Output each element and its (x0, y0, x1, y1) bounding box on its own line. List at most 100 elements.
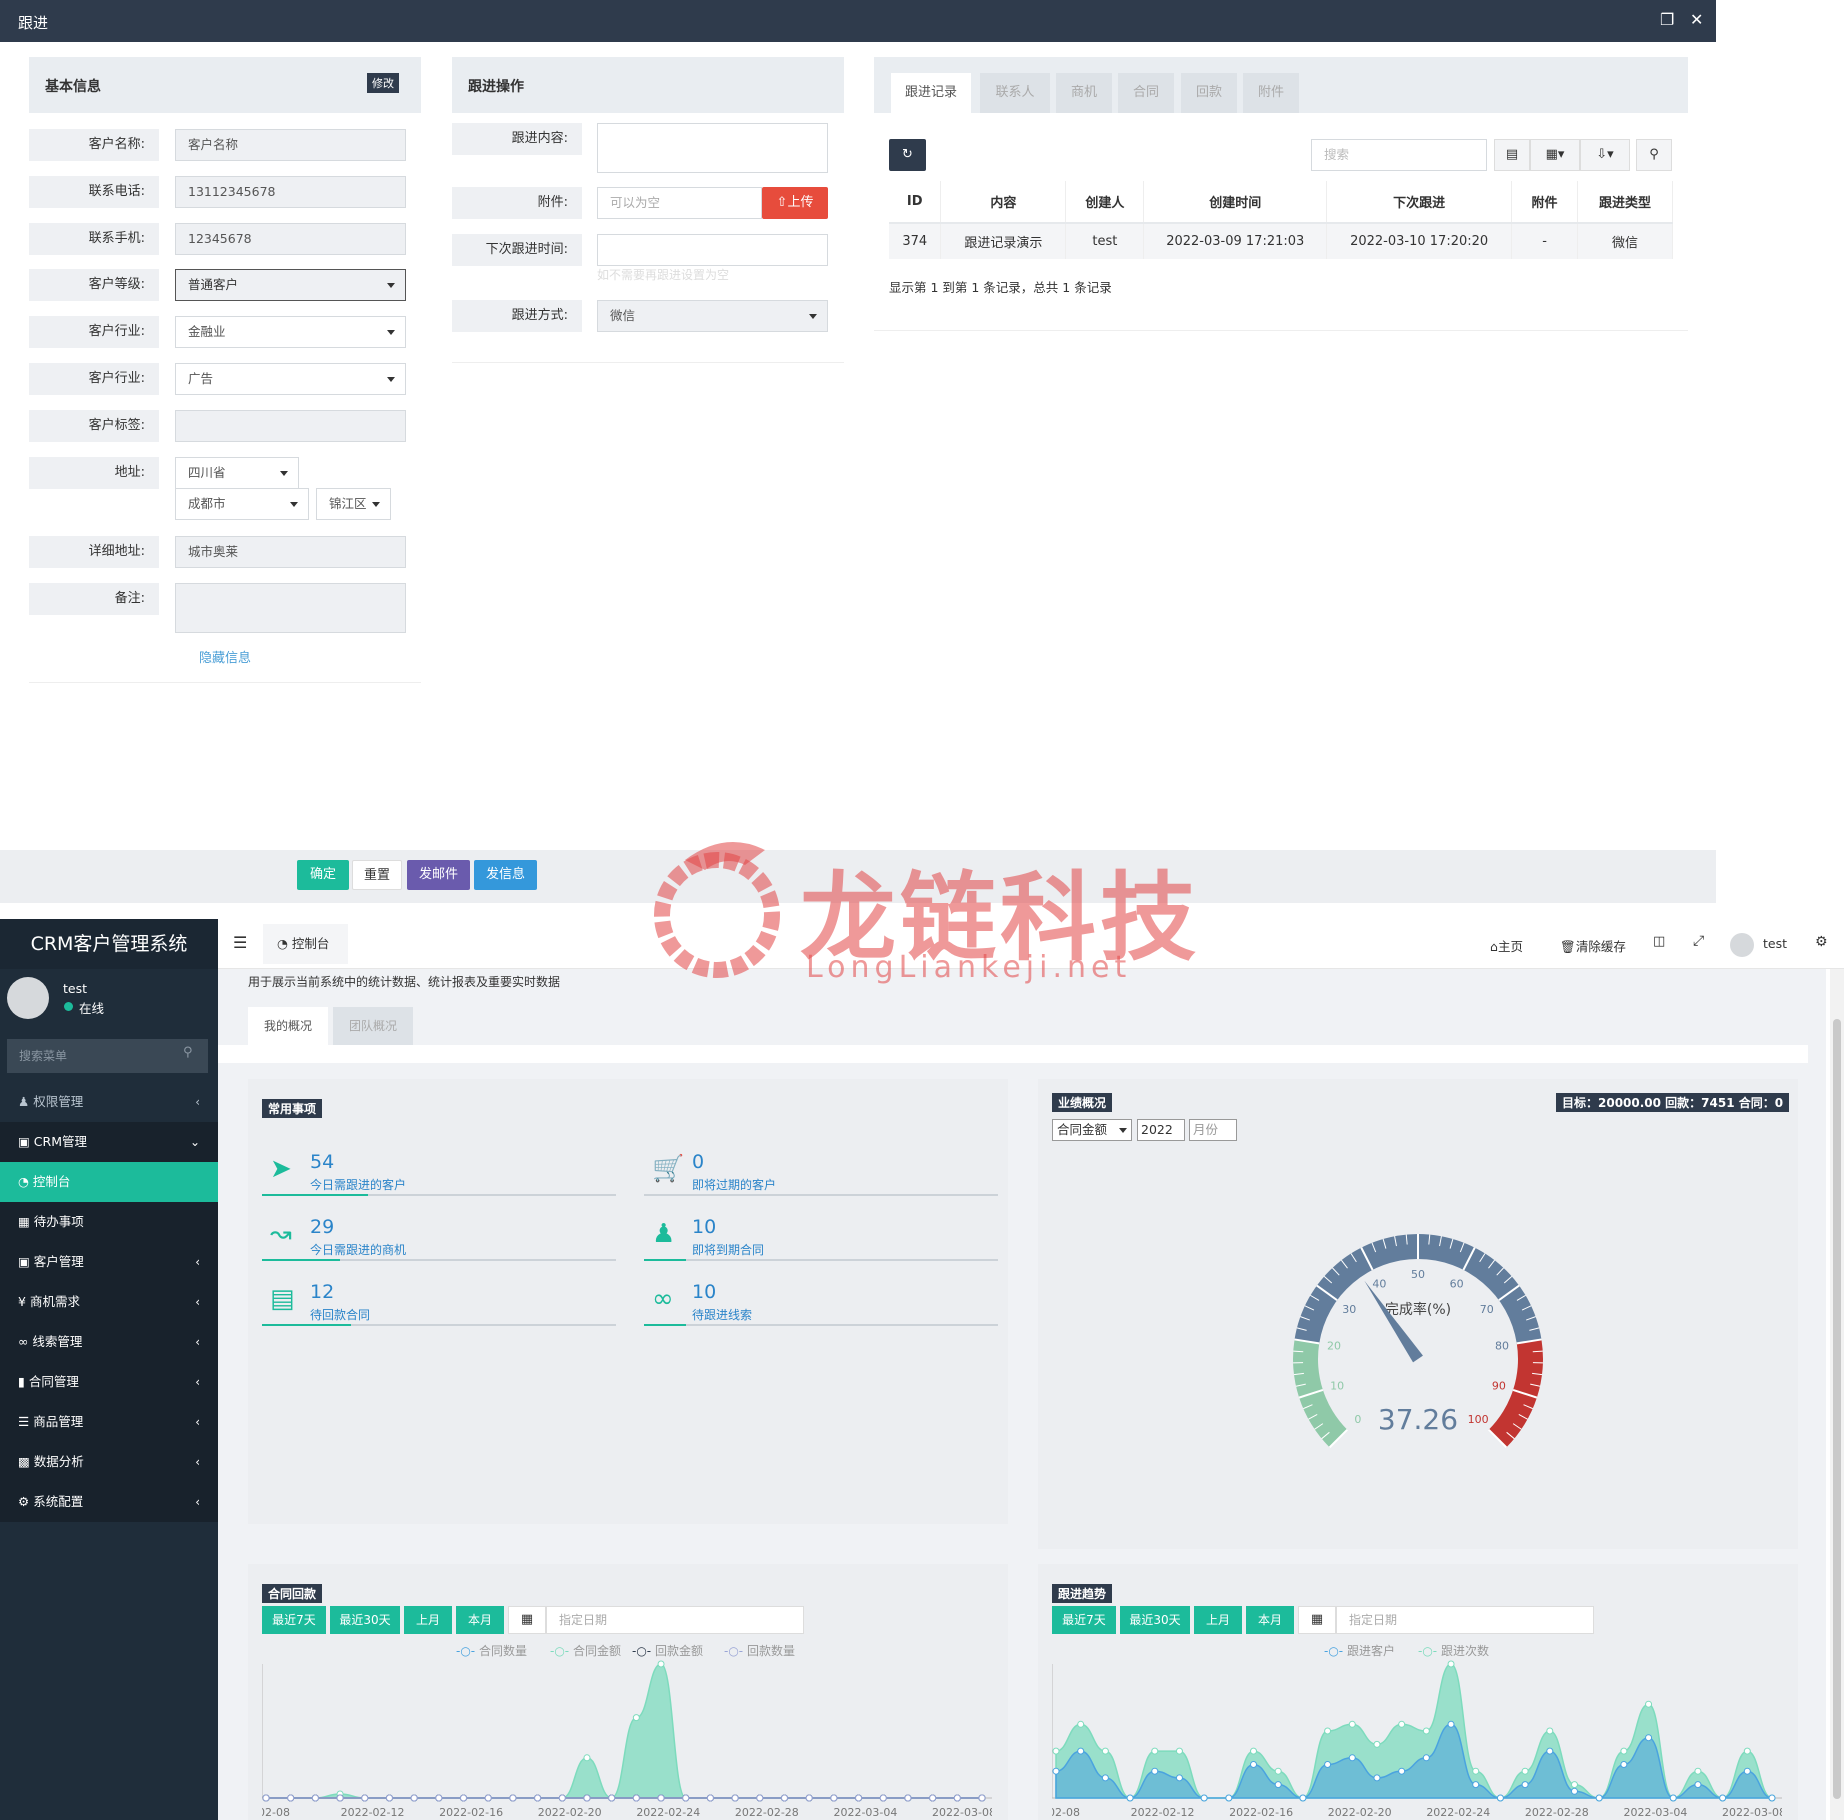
sidebar-item-dashboard[interactable]: ◔ 控制台 (0, 1162, 218, 1202)
district-select[interactable]: 锦江区 (316, 488, 391, 520)
tab-team-overview[interactable]: 团队概况 (333, 1007, 413, 1045)
hide-info-link[interactable]: 隐藏信息 (199, 647, 251, 666)
legend-marker-icon: -○- (724, 1644, 744, 1658)
calendar-icon[interactable]: ▦ (1298, 1606, 1336, 1634)
legend-contract-count[interactable]: -○- 合同数量 (456, 1642, 527, 1659)
range-last-month-button[interactable]: 上月 (404, 1606, 452, 1634)
tab-attachments[interactable]: 附件 (1243, 73, 1299, 113)
tab-opportunities[interactable]: 商机 (1056, 73, 1112, 113)
industry-select[interactable]: 金融业 (175, 316, 406, 348)
calendar-icon[interactable]: ▦ (508, 1606, 546, 1634)
range-30d-button[interactable]: 最近30天 (330, 1606, 400, 1634)
customer-name-input[interactable]: 客户名称 (175, 129, 406, 161)
address-input[interactable]: 城市奥莱 (175, 536, 406, 568)
legend-payment-count[interactable]: -○- 回款数量 (724, 1642, 795, 1659)
range-last-month-button[interactable]: 上月 (1194, 1606, 1242, 1634)
follow-content-textarea[interactable] (597, 123, 828, 173)
top-user-name[interactable]: test (1763, 936, 1787, 951)
confirm-button[interactable]: 确定 (297, 860, 349, 890)
search-button[interactable]: ⚲ (1636, 139, 1672, 171)
date-input[interactable]: 指定日期 (1336, 1606, 1594, 1634)
col-id[interactable]: ID (889, 181, 942, 224)
close-icon[interactable]: ✕ (1690, 10, 1703, 29)
sidebar-item-analytics[interactable]: ▩ 数据分析 ‹ (0, 1442, 218, 1482)
sidebar-item-customers[interactable]: ▣ 客户管理 ‹ (0, 1242, 218, 1282)
range-7d-button[interactable]: 最近7天 (262, 1606, 326, 1634)
tab-follow-records[interactable]: 跟进记录 (891, 73, 971, 113)
next-follow-time-input[interactable] (597, 234, 828, 266)
refresh-button[interactable]: ↻ (889, 139, 926, 171)
home-link[interactable]: ⌂主页 (1490, 936, 1523, 955)
columns-button[interactable]: ▦▾ (1530, 139, 1580, 171)
menu-search-input[interactable]: 搜索菜单 (7, 1039, 208, 1073)
sidebar-item-todo[interactable]: ▦ 待办事项 (0, 1202, 218, 1242)
trash-icon: 🗑 (1560, 939, 1576, 954)
col-created-time[interactable]: 创建时间 (1143, 181, 1328, 224)
clear-cache-link[interactable]: 🗑清除缓存 (1560, 936, 1626, 955)
mobile-input[interactable]: 12345678 (175, 223, 406, 255)
col-creator[interactable]: 创建人 (1065, 181, 1145, 224)
legend-follow-customers[interactable]: -○- 跟进客户 (1324, 1642, 1395, 1659)
table-row[interactable]: 374 跟进记录演示 test 2022-03-09 17:21:03 2022… (889, 223, 1673, 259)
fullscreen-icon[interactable]: ⤢ (1693, 933, 1704, 949)
field-label: 客户行业: (29, 316, 159, 348)
cell-follow-type: 微信 (1577, 223, 1673, 259)
range-this-month-button[interactable]: 本月 (456, 1606, 504, 1634)
sidebar: CRM客户管理系统 test 在线 搜索菜单 ⚲ ♟ 权限管理 ‹ ▣ CRM管理… (0, 919, 218, 1820)
sidebar-item-permissions[interactable]: ♟ 权限管理 ‹ (0, 1082, 218, 1122)
avatar[interactable] (1730, 933, 1754, 957)
toggle-view-button[interactable]: ▤ (1494, 139, 1530, 171)
maximize-icon[interactable]: ❐ (1660, 10, 1674, 29)
date-input[interactable]: 指定日期 (546, 1606, 804, 1634)
upload-button[interactable]: ⇧上传 (762, 187, 828, 219)
reset-button[interactable]: 重置 (352, 860, 402, 890)
gears-icon[interactable]: ⚙ (1815, 934, 1828, 950)
tab-dashboard[interactable]: ◔ 控制台 (263, 924, 348, 964)
send-mail-button[interactable]: 发邮件 (407, 860, 470, 890)
province-select[interactable]: 四川省 (175, 457, 299, 489)
export-button[interactable]: ⇩▾ (1580, 139, 1630, 171)
sidebar-item-leads[interactable]: ∞ 线索管理 ‹ (0, 1322, 218, 1362)
sidebar-item-contracts[interactable]: ▮ 合同管理 ‹ (0, 1362, 218, 1402)
col-attachment[interactable]: 附件 (1511, 181, 1579, 224)
sidebar-item-opportunities[interactable]: ¥ 商机需求 ‹ (0, 1282, 218, 1322)
data-point (731, 1794, 739, 1802)
year-input[interactable]: 2022 (1137, 1119, 1185, 1141)
follow-method-select[interactable]: 微信 (597, 300, 828, 332)
select-value: 金融业 (188, 324, 226, 339)
stat-progress-fill (644, 1259, 687, 1261)
city-select[interactable]: 成都市 (175, 488, 309, 520)
send-sms-button[interactable]: 发信息 (474, 860, 537, 890)
customer-level-select[interactable]: 普通客户 (175, 269, 406, 301)
col-next-follow[interactable]: 下次跟进 (1326, 181, 1513, 224)
month-input[interactable]: 月份 (1189, 1119, 1237, 1141)
edit-button[interactable]: 修改 (367, 73, 399, 93)
page-description: 用于展示当前系统中的统计数据、统计报表及重要实时数据 (248, 975, 561, 989)
range-30d-button[interactable]: 最近30天 (1120, 1606, 1190, 1634)
remark-textarea[interactable] (175, 583, 406, 633)
range-this-month-button[interactable]: 本月 (1246, 1606, 1294, 1634)
tab-payments[interactable]: 回款 (1181, 73, 1237, 113)
phone-input[interactable]: 13112345678 (175, 176, 406, 208)
legend-contract-amount[interactable]: -○- 合同金额 (550, 1642, 621, 1659)
sidebar-item-crm[interactable]: ▣ CRM管理 ⌄ (0, 1122, 218, 1162)
legend-payment-amount[interactable]: -○- 回款金额 (632, 1642, 703, 1659)
scrollbar[interactable] (1830, 969, 1844, 1820)
metric-select[interactable]: 合同金额 (1052, 1119, 1132, 1141)
tab-contacts[interactable]: 联系人 (980, 73, 1050, 113)
language-icon[interactable]: ◫ (1653, 934, 1665, 949)
sidebar-item-settings[interactable]: ⚙ 系统配置 ‹ (0, 1482, 218, 1522)
table-search-input[interactable]: 搜索 (1311, 139, 1487, 171)
menu-toggle-icon[interactable]: ☰ (233, 933, 247, 952)
col-follow-type[interactable]: 跟进类型 (1577, 181, 1673, 224)
legend-follow-count[interactable]: -○- 跟进次数 (1418, 1642, 1489, 1659)
attachment-input[interactable]: 可以为空 (597, 187, 762, 219)
tab-my-overview[interactable]: 我的概况 (248, 1007, 328, 1045)
sidebar-item-products[interactable]: ☰ 商品管理 ‹ (0, 1402, 218, 1442)
tags-input[interactable] (175, 410, 406, 442)
col-content[interactable]: 内容 (940, 181, 1067, 224)
range-7d-button[interactable]: 最近7天 (1052, 1606, 1116, 1634)
scrollbar-thumb[interactable] (1833, 1019, 1841, 1799)
industry-select-2[interactable]: 广告 (175, 363, 406, 395)
tab-contracts[interactable]: 合同 (1118, 73, 1174, 113)
